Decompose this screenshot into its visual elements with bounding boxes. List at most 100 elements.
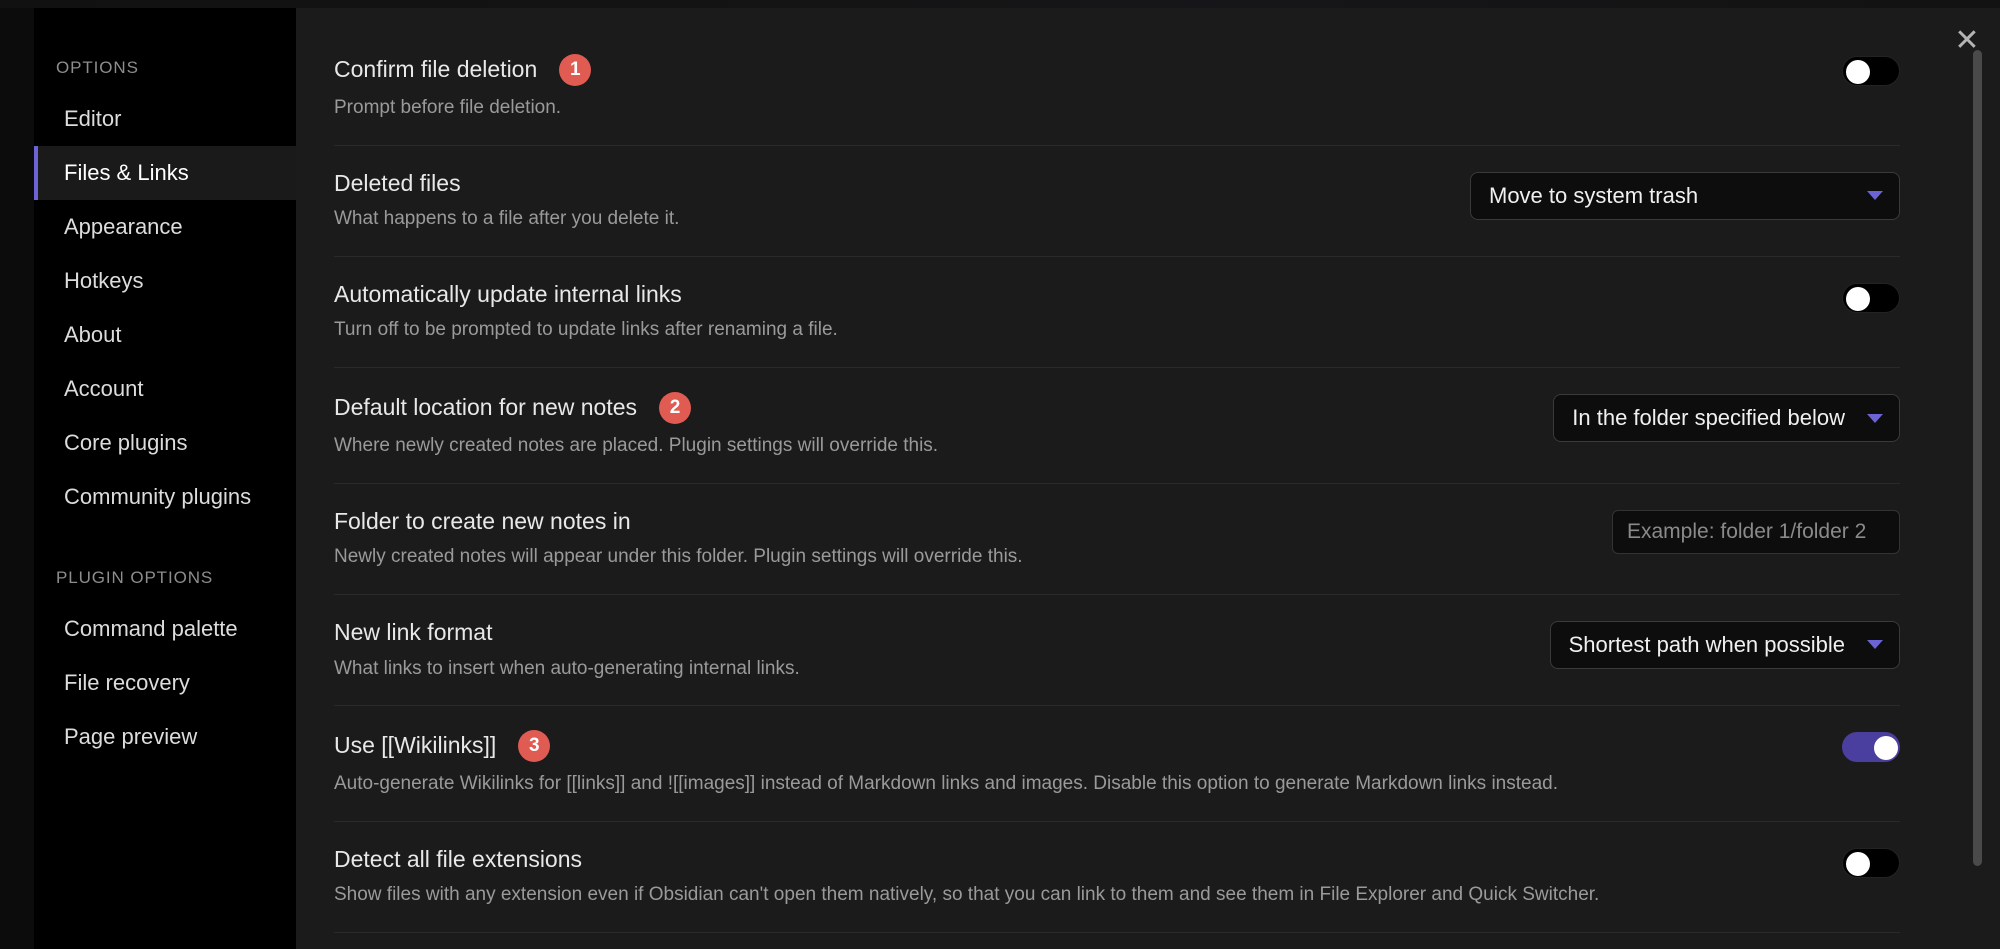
- input-folder-to-create-new-notes-in[interactable]: [1612, 509, 1900, 554]
- sidebar-item-label: Editor: [64, 106, 122, 131]
- setting-info: Automatically update internal links Turn …: [334, 279, 1818, 343]
- dropdown-deleted-files[interactable]: Move to system trash: [1470, 171, 1900, 220]
- setting-description: What happens to a file after you delete …: [334, 208, 680, 230]
- setting-description: Where newly created notes are placed. Pl…: [334, 435, 939, 457]
- setting-row-default-location-for-new-notes: Default location for new notes 2 Where new…: [334, 368, 1900, 484]
- dropdown-new-link-format[interactable]: Shortest path when possible: [1549, 620, 1900, 669]
- setting-description: Show files with any extension even if Ob…: [334, 884, 1600, 906]
- setting-description: Auto-generate Wikilinks for [[links]] an…: [334, 773, 1558, 795]
- scrollbar-thumb[interactable]: [1973, 50, 1982, 866]
- setting-title-line: Use [[Wikilinks]] 3: [334, 730, 1818, 763]
- setting-title: Default location for new notes: [334, 394, 638, 421]
- setting-title: Detect all file extensions: [334, 845, 583, 872]
- sidebar-item-label: Page preview: [64, 724, 198, 749]
- sidebar-item-label: File recovery: [64, 670, 190, 695]
- toggle-knob: [1846, 286, 1870, 311]
- settings-modal-window: OPTIONS Editor Files & Links Appearance Hotk…: [0, 0, 2000, 949]
- setting-description: What links to insert when auto-generatin…: [334, 657, 800, 679]
- setting-title-line: Automatically update internal links: [334, 281, 1818, 309]
- vertical-scrollbar[interactable]: [1971, 8, 1983, 949]
- background-app-strip: [0, 0, 2000, 8]
- setting-title-line: Detect all file extensions: [334, 846, 1818, 874]
- settings-rows: Confirm file deletion 1 Prompt before file…: [296, 8, 1960, 934]
- setting-row-detect-all-file-extensions: Detect all file extensions Show files wit…: [334, 822, 1900, 934]
- sidebar-item-label: Command palette: [64, 616, 238, 641]
- sidebar-item-label: Core plugins: [64, 430, 188, 455]
- setting-description: Turn off to be prompted to update links …: [334, 319, 838, 341]
- setting-title: New link format: [334, 618, 493, 645]
- toggle-knob: [1874, 736, 1898, 761]
- sidebar-item-appearance[interactable]: Appearance: [34, 200, 296, 254]
- setting-info: Use [[Wikilinks]] 3 Auto-generate Wikilink…: [334, 728, 1818, 797]
- setting-row-automatically-update-internal-links: Automatically update internal links Turn …: [334, 257, 1900, 369]
- sidebar-item-page-preview[interactable]: Page preview: [34, 710, 296, 764]
- setting-title: Use [[Wikilinks]]: [334, 732, 497, 759]
- setting-row-use-wikilinks: Use [[Wikilinks]] 3 Auto-generate Wikilink…: [334, 706, 1900, 822]
- setting-info: Detect all file extensions Show files wit…: [334, 844, 1818, 908]
- setting-title-line: Confirm file deletion 1: [334, 54, 1818, 86]
- setting-info: Default location for new notes 2 Where new…: [334, 390, 1529, 459]
- toggle-detect-all-file-extensions[interactable]: [1842, 847, 1900, 878]
- sidebar-item-label: Community plugins: [64, 484, 252, 509]
- setting-info: Folder to create new notes in Newly creat…: [334, 506, 1588, 570]
- close-icon[interactable]: ✕: [1950, 24, 1984, 58]
- settings-modal: OPTIONS Editor Files & Links Appearance Hotk…: [0, 8, 2000, 949]
- chevron-down-icon: [1867, 413, 1883, 423]
- dropdown-selected-value: Shortest path when possible: [1568, 631, 1845, 657]
- setting-description: Newly created notes will appear under th…: [334, 546, 1023, 568]
- sidebar-item-community-plugins[interactable]: Community plugins: [34, 470, 296, 524]
- setting-row-folder-to-create-new-notes-in: Folder to create new notes in Newly creat…: [334, 484, 1900, 595]
- dropdown-selected-value: In the folder specified below: [1572, 405, 1845, 431]
- settings-sidebar: OPTIONS Editor Files & Links Appearance Hotk…: [0, 8, 296, 949]
- setting-title: Automatically update internal links: [334, 280, 682, 307]
- sidebar-item-label: About: [64, 322, 122, 347]
- setting-row-confirm-file-deletion: Confirm file deletion 1 Prompt before file…: [334, 30, 1900, 146]
- sidebar-nav: OPTIONS Editor Files & Links Appearance Hotk…: [34, 48, 296, 764]
- setting-row-deleted-files: Deleted files What happens to a file afte…: [334, 146, 1900, 257]
- setting-info: Deleted files What happens to a file afte…: [334, 168, 1446, 232]
- setting-control: [1842, 279, 1900, 313]
- setting-control: [1842, 728, 1900, 763]
- sidebar-section-heading: PLUGIN OPTIONS: [56, 568, 214, 587]
- toggle-automatically-update-internal-links[interactable]: [1842, 282, 1900, 313]
- dropdown-selected-value: Move to system trash: [1489, 182, 1699, 208]
- sidebar-item-account[interactable]: Account: [34, 362, 296, 416]
- annotation-badge-1: 1: [559, 54, 592, 86]
- sidebar-item-file-recovery[interactable]: File recovery: [34, 656, 296, 710]
- annotation-badge-3: 3: [518, 730, 551, 763]
- sidebar-item-label: Account: [64, 376, 144, 401]
- toggle-knob: [1846, 851, 1870, 876]
- setting-control: [1842, 52, 1900, 86]
- setting-info: Confirm file deletion 1 Prompt before file…: [334, 52, 1818, 121]
- sidebar-item-files-links[interactable]: Files & Links: [34, 146, 296, 200]
- settings-main-panel: Confirm file deletion 1 Prompt before file…: [296, 8, 2000, 949]
- setting-row-new-link-format: New link format What links to insert when…: [334, 595, 1900, 707]
- setting-info: New link format What links to insert when…: [334, 617, 1526, 681]
- dropdown-default-location-for-new-notes[interactable]: In the folder specified below: [1553, 394, 1900, 443]
- setting-control: In the folder specified below: [1553, 390, 1900, 443]
- setting-title: Folder to create new notes in: [334, 507, 631, 534]
- setting-title: Deleted files: [334, 169, 461, 196]
- setting-control: Shortest path when possible: [1549, 617, 1900, 669]
- annotation-badge-2: 2: [659, 392, 692, 425]
- chevron-down-icon: [1867, 640, 1883, 650]
- setting-control: Move to system trash: [1470, 168, 1900, 220]
- sidebar-section-heading: OPTIONS: [56, 58, 139, 77]
- setting-title: Confirm file deletion: [334, 56, 538, 83]
- chevron-down-icon: [1867, 191, 1883, 201]
- sidebar-item-editor[interactable]: Editor: [34, 92, 296, 146]
- sidebar-item-label: Appearance: [64, 214, 183, 239]
- sidebar-item-label: Hotkeys: [64, 268, 144, 293]
- setting-title-line: Folder to create new notes in: [334, 508, 1588, 536]
- sidebar-item-hotkeys[interactable]: Hotkeys: [34, 254, 296, 308]
- setting-control: [1612, 506, 1900, 554]
- setting-description: Prompt before file deletion.: [334, 97, 562, 118]
- sidebar-item-command-palette[interactable]: Command palette: [34, 602, 296, 656]
- toggle-confirm-file-deletion[interactable]: [1842, 56, 1900, 86]
- setting-control: [1842, 844, 1900, 878]
- setting-title-line: New link format: [334, 619, 1526, 647]
- sidebar-gutter: [0, 8, 34, 949]
- sidebar-item-core-plugins[interactable]: Core plugins: [34, 416, 296, 470]
- sidebar-item-about[interactable]: About: [34, 308, 296, 362]
- toggle-use-wikilinks[interactable]: [1842, 732, 1900, 763]
